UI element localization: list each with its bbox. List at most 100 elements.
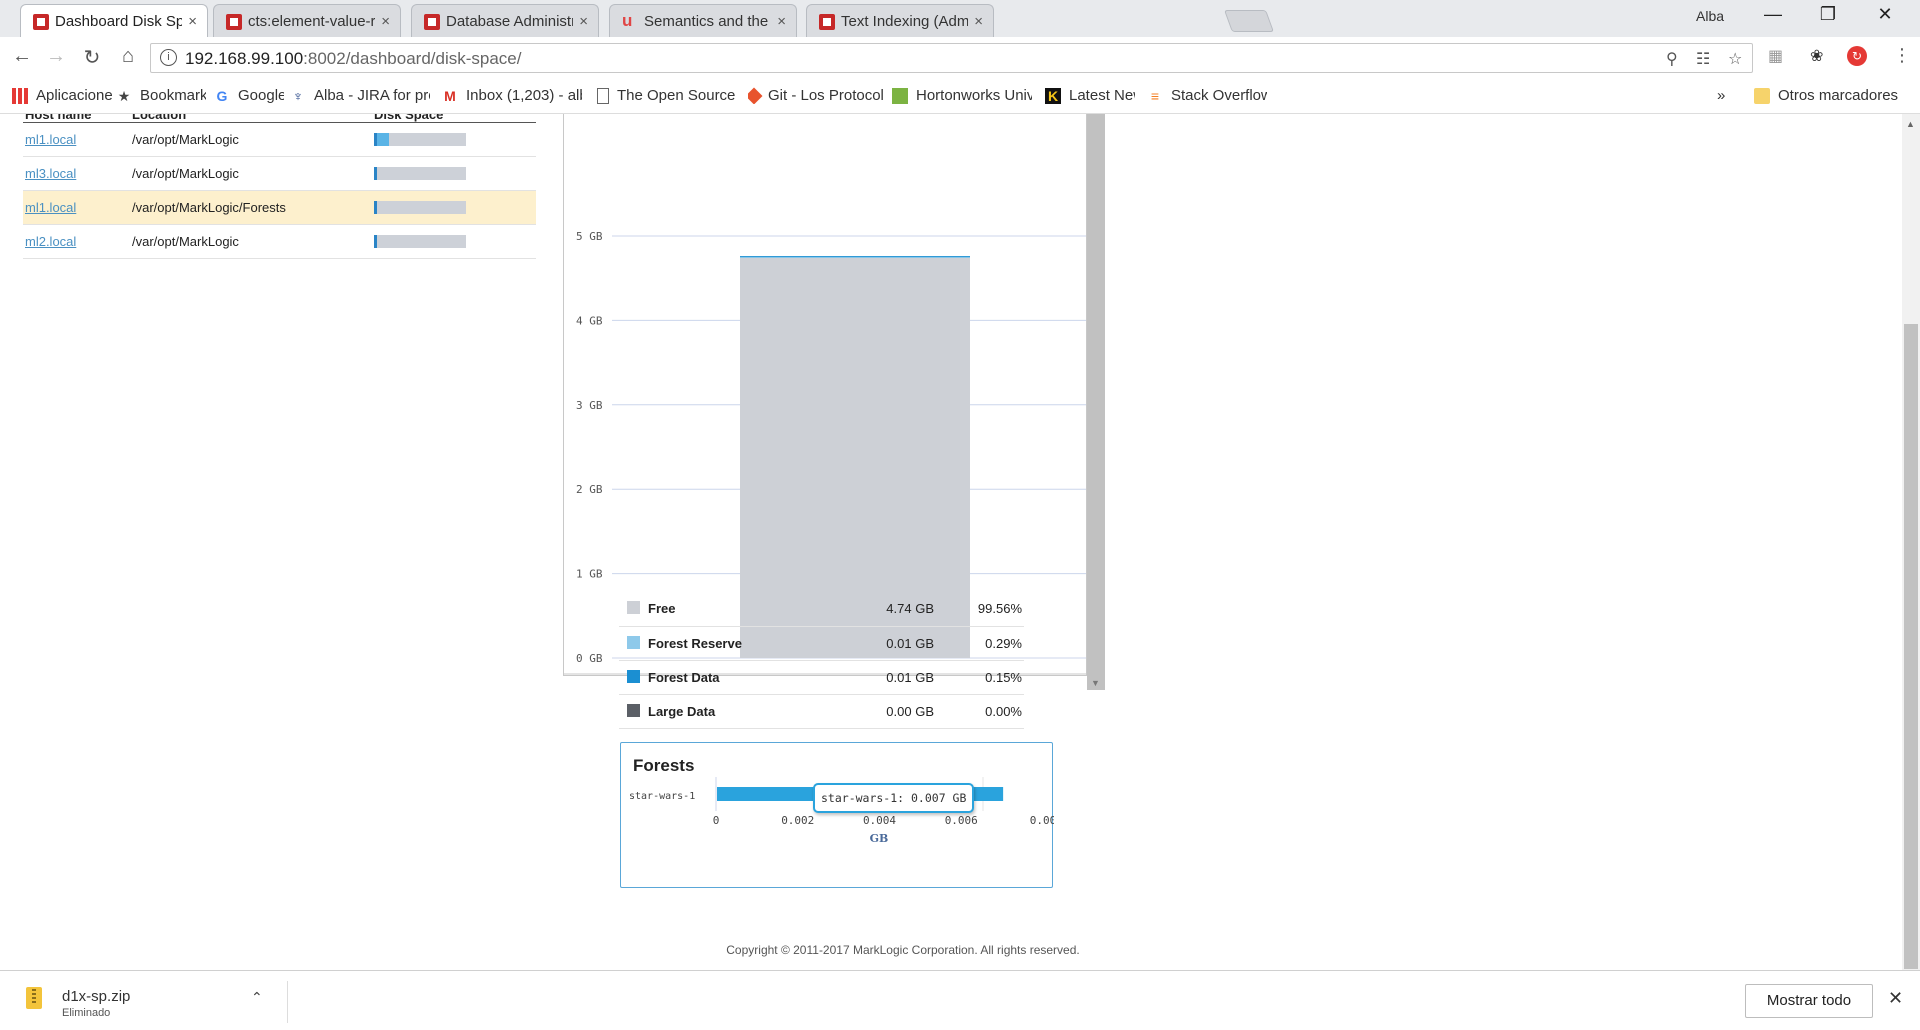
tab-close-icon[interactable]: × [188,13,197,30]
hosts-table-header: Host name Location Disk Space [23,114,536,123]
legend-swatch [627,703,640,717]
menu-icon[interactable]: ⋮ [1893,45,1911,66]
tab-2[interactable]: cts:element-value-range × [213,4,401,37]
other-bookmarks-label: Otros marcadores [1778,87,1899,104]
bookmark-star-icon[interactable]: ☆ [1728,49,1742,69]
header-host-name: Host name [23,114,130,123]
scroll-down-arrow-icon[interactable]: ▼ [1091,678,1100,688]
profile-name[interactable]: Alba [1696,8,1724,24]
bar-segment-forest-data[interactable] [740,256,970,258]
bookmark-5[interactable]: M Inbox (1,203) - alba.p [442,87,582,104]
disk-space-bar [374,234,466,248]
x-tick-label: 0.002 [781,814,814,827]
zoom-icon[interactable]: ⚲ [1666,49,1678,69]
legend-percent: 0.29% [934,626,1024,661]
disk-space-bar [374,200,466,214]
legend-row: Free 4.74 GB 99.56% [619,592,1024,627]
bookmark-label: Alba - JIRA for projec [314,87,430,104]
tab-title: cts:element-value-range [248,12,376,30]
star-icon: ★ [117,87,131,104]
bookmark-label: Stack Overflow [1171,87,1267,104]
table-row[interactable]: ml1.local/var/opt/MarkLogic/Forests [23,190,536,225]
reload-button[interactable]: ↻ [80,45,104,70]
table-row[interactable]: ml2.local/var/opt/MarkLogic [23,224,536,259]
tab-title: Semantics and the Markl [644,12,771,30]
legend-swatch [627,601,640,615]
forward-button[interactable]: → [44,45,68,68]
url-text: 192.168.99.100:8002/dashboard/disk-space… [185,49,521,69]
tab-close-icon[interactable]: × [381,13,390,30]
tab-4[interactable]: u Semantics and the Markl × [609,4,797,37]
other-bookmarks[interactable]: Otros marcadores [1754,87,1898,104]
bookmark-10[interactable]: ≡ Stack Overflow [1147,87,1267,104]
bookmarks-overflow-button[interactable]: » [1717,87,1725,104]
x-tick-label: 0.00 [1030,814,1054,827]
legend-size: 0.01 GB [839,660,934,695]
legend-percent: 99.56% [934,592,1024,627]
panel-scrollbar[interactable]: ▼ [1087,114,1105,690]
table-row[interactable]: ml1.local/var/opt/MarkLogic [23,122,536,157]
scroll-up-arrow-icon[interactable]: ▲ [1906,119,1915,129]
bookmark-9[interactable]: K Latest News [1045,87,1135,104]
disk-space-cell [372,156,536,191]
extension-red-icon[interactable]: ↻ [1847,46,1867,66]
tab-title: Database Administration [446,12,573,30]
page-scrollbar-thumb[interactable] [1904,324,1918,969]
tab-close-icon[interactable]: × [777,13,786,30]
apps-grid-icon [12,87,28,104]
legend-name-cell: Large Data [619,694,839,729]
host-cell: ml1.local [23,122,130,157]
restore-button[interactable]: ❐ [1805,4,1851,25]
bookmark-4[interactable]: ♆ Alba - JIRA for projec [290,87,430,104]
tab-1[interactable]: Dashboard Disk Space A × [20,4,208,37]
table-row[interactable]: ml3.local/var/opt/MarkLogic [23,156,536,191]
y-tick-label: 0 GB [576,652,603,665]
bookmark-label: Bookmarks [140,87,206,104]
bookmark-label: Latest News [1069,87,1135,104]
host-cell: ml3.local [23,156,130,191]
bookmark-3[interactable]: G Google [214,87,284,104]
legend-name-cell: Forest Data [619,660,839,695]
tab-5[interactable]: Text Indexing (Administr × [806,4,994,37]
bookmark-label: Aplicaciones [36,87,112,104]
legend-percent: 0.15% [934,660,1024,695]
evernote-icon[interactable]: ❀ [1810,46,1823,66]
jira-icon: ♆ [292,87,304,104]
translate-icon[interactable]: ☷ [1696,49,1710,69]
zip-file-icon[interactable] [26,987,42,1009]
page-content: Host name Location Disk Space ml1.local /… [0,114,1902,970]
site-info-icon[interactable]: i [160,49,177,66]
bookmark-2[interactable]: ★ Bookmarks [116,87,206,104]
bookmark-1[interactable]: Aplicaciones [12,87,112,104]
host-link[interactable]: ml3.local [25,166,76,181]
download-shelf: d1x-sp.zip Eliminado ⌃ Mostrar todo ✕ [0,970,1920,1030]
host-link[interactable]: ml1.local [25,132,76,147]
bookmark-7[interactable]: Git - Los Protocolos [748,87,883,104]
extension-cast-icon[interactable]: ▦ [1768,46,1783,66]
legend-name: Forest Reserve [648,635,742,651]
tab-close-icon[interactable]: × [579,13,588,30]
close-window-button[interactable]: ✕ [1862,4,1908,25]
tab-close-icon[interactable]: × [974,13,983,30]
close-download-shelf-button[interactable]: ✕ [1888,988,1903,1009]
host-link[interactable]: ml2.local [25,234,76,249]
legend-name: Forest Data [648,669,720,685]
bookmark-6[interactable]: The Open Source Dat [597,87,737,104]
new-tab-button[interactable] [1223,10,1275,32]
legend-swatch [627,669,640,683]
download-options-chevron-icon[interactable]: ⌃ [251,989,263,1006]
show-all-downloads-button[interactable]: Mostrar todo [1745,984,1873,1018]
marklogic-icon [424,14,440,30]
tab-title: Dashboard Disk Space A [55,12,183,30]
bookmark-8[interactable]: Hortonworks Univers [892,87,1032,104]
minimize-button[interactable]: — [1750,4,1796,25]
tab-3[interactable]: Database Administration × [411,4,599,37]
home-button[interactable]: ⌂ [116,45,140,68]
download-file-name[interactable]: d1x-sp.zip [62,988,130,1005]
address-bar[interactable]: i 192.168.99.100:8002/dashboard/disk-spa… [150,43,1753,73]
host-link[interactable]: ml1.local [25,200,76,215]
page-scrollbar[interactable]: ▲ [1902,114,1920,970]
legend-size: 0.00 GB [839,694,934,729]
git-icon [748,87,763,104]
back-button[interactable]: ← [10,45,34,68]
